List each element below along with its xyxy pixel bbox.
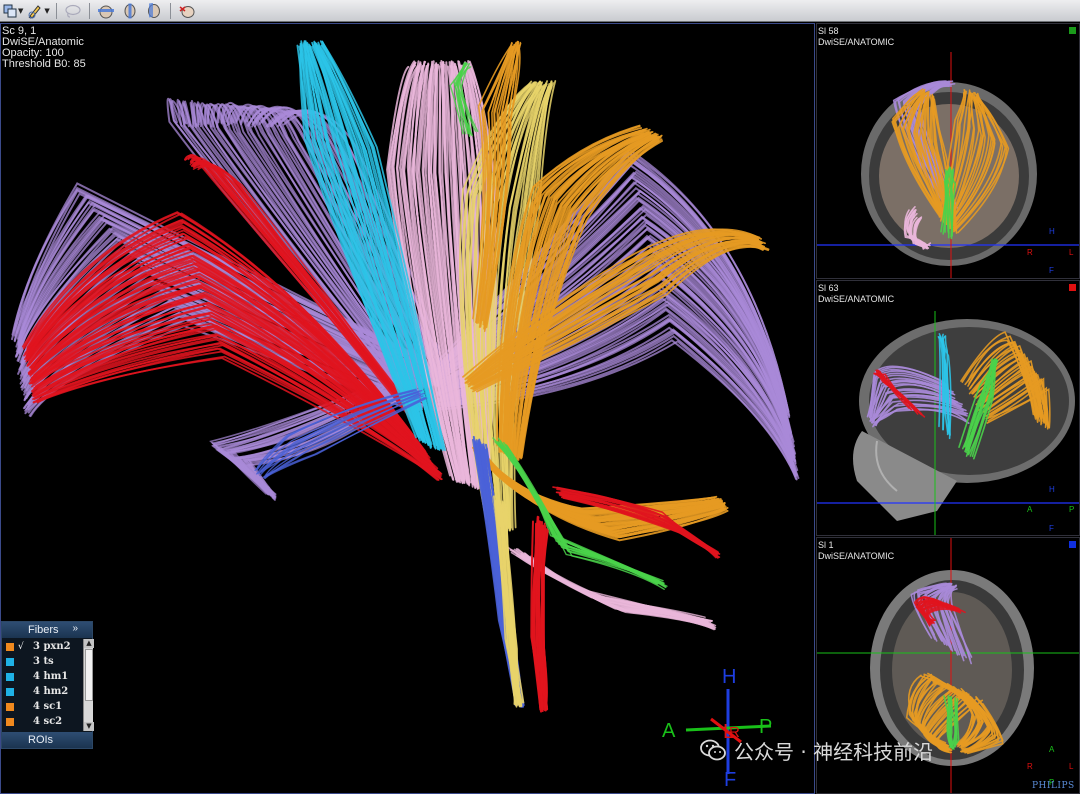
sagittal-orient-top: H xyxy=(1049,485,1055,494)
wechat-watermark: 公众号 · 神经科技前沿 xyxy=(700,733,933,767)
lasso-icon xyxy=(65,4,81,18)
axial-view-button[interactable] xyxy=(95,1,117,21)
fiber-color-swatch[interactable] xyxy=(6,672,14,681)
draw-dropdown-icon[interactable]: ▼ xyxy=(44,7,49,15)
toolbar-separator xyxy=(169,2,171,19)
axial-slice-header: Sl 1 DwiSE/ANATOMIC xyxy=(818,540,894,562)
fiber-list-item[interactable]: 4 sc2 xyxy=(2,714,82,729)
fibers-panel-title: Fibers xyxy=(28,624,59,636)
fiber-list-scrollbar[interactable]: ▲ ▼ xyxy=(83,639,94,731)
fiber-color-swatch[interactable] xyxy=(6,687,14,696)
layout-icon xyxy=(3,4,17,17)
fiber-color-swatch[interactable] xyxy=(6,642,14,651)
scrollbar-thumb[interactable] xyxy=(85,649,93,701)
wechat-logo-icon xyxy=(700,739,726,761)
layout-dropdown-icon[interactable]: ▼ xyxy=(18,7,23,15)
fiber-visibility-check[interactable]: √ xyxy=(18,642,26,652)
axial-orient-top: A xyxy=(1049,745,1055,754)
axial-slice-number: Sl 1 xyxy=(818,540,834,550)
axial-orient-right: L xyxy=(1069,762,1074,771)
layout-button[interactable]: ▼ xyxy=(2,1,24,21)
philips-logo: PHILIPS xyxy=(1032,781,1075,791)
axial-slice-protocol: DwiSE/ANATOMIC xyxy=(818,551,895,561)
sagittal-slice-view[interactable]: Sl 63 DwiSE/ANATOMIC xyxy=(816,280,1080,536)
sagittal-slice-number: Sl 63 xyxy=(818,283,839,293)
fiber-list-item[interactable]: 4 sc1 xyxy=(2,699,82,714)
scroll-up-icon[interactable]: ▲ xyxy=(84,639,94,648)
fiber-list: √ 3 pxn2 3 ts 4 hm1 4 hm2 4 sc1 4 sc2 xyxy=(2,639,82,729)
sagittal-orient-right: P xyxy=(1069,505,1075,514)
fiber-color-swatch[interactable] xyxy=(6,717,14,726)
fiber-list-item[interactable]: 4 hm2 xyxy=(2,684,82,699)
coronal-slice-header: Sl 58 DwiSE/ANATOMIC xyxy=(818,26,894,48)
draw-tool-button[interactable]: ▼ xyxy=(26,1,50,21)
expand-panel-icon[interactable]: » xyxy=(72,623,78,634)
rois-panel-header[interactable]: ROIs xyxy=(2,732,92,748)
coronal-view-button[interactable] xyxy=(143,1,165,21)
fiber-list-item[interactable]: 4 hm1 xyxy=(2,669,82,684)
toolbar-separator xyxy=(55,2,57,19)
orient-foot-label: F xyxy=(724,769,737,791)
fiber-name-label: 4 hm2 xyxy=(33,686,69,697)
coronal-orient-right: L xyxy=(1069,248,1074,257)
coronal-view-icon xyxy=(147,2,160,18)
coronal-slice-number: Sl 58 xyxy=(818,26,839,36)
toolbar: ▼ ▼ xyxy=(0,0,1080,22)
reset-view-button[interactable] xyxy=(176,1,198,21)
fiber-list-item[interactable]: √ 3 pxn2 xyxy=(2,639,82,654)
sagittal-view-button[interactable] xyxy=(119,1,141,21)
red-tract-brainstem xyxy=(530,515,549,713)
lasso-button[interactable] xyxy=(62,1,84,21)
orientation-indicator: H F A P L R xyxy=(656,664,781,793)
coronal-orient-bottom: F xyxy=(1049,266,1054,275)
coronal-slice-view[interactable]: Sl 58 DwiSE/ANATOMIC xyxy=(816,23,1080,279)
sagittal-slice-flag xyxy=(1069,284,1076,291)
fiber-name-label: 3 pxn2 xyxy=(33,641,71,652)
fiber-name-label: 4 sc1 xyxy=(33,701,63,712)
fiber-name-label: 4 hm1 xyxy=(33,671,69,682)
reset-view-icon xyxy=(179,5,195,18)
axial-view-icon xyxy=(97,5,114,18)
scan-info-overlay: Sc 9, 1 DwiSE/Anatomic Opacity: 100 Thre… xyxy=(2,26,86,70)
threshold-label: Threshold B0: 85 xyxy=(2,58,86,70)
sagittal-slice-image[interactable] xyxy=(817,281,1079,535)
toolbar-separator xyxy=(88,2,90,19)
draw-pen-icon xyxy=(28,4,42,19)
sagittal-slice-header: Sl 63 DwiSE/ANATOMIC xyxy=(818,283,894,305)
watermark-text: 公众号 · 神经科技前沿 xyxy=(734,739,934,764)
fiber-name-label: 3 ts xyxy=(33,656,54,667)
coronal-orient-top: H xyxy=(1049,227,1055,236)
sagittal-orient-bottom: F xyxy=(1049,524,1054,533)
sagittal-orient-left: A xyxy=(1027,505,1033,514)
fiber-name-label: 4 sc2 xyxy=(33,716,63,727)
sagittal-slice-protocol: DwiSE/ANATOMIC xyxy=(818,294,895,304)
fibers-panel: Fibers » √ 3 pxn2 3 ts 4 hm1 4 hm2 4 sc1 4 sc2… xyxy=(1,621,94,749)
orient-head-label: H xyxy=(722,666,737,688)
fiber-color-swatch[interactable] xyxy=(6,702,14,711)
fiber-streamline xyxy=(515,548,713,623)
coronal-orient-left: R xyxy=(1027,248,1033,257)
sagittal-view-icon xyxy=(124,3,136,18)
coronal-slice-flag xyxy=(1069,27,1076,34)
axial-orient-left: R xyxy=(1027,762,1033,771)
fibers-panel-header[interactable]: Fibers » xyxy=(2,622,92,638)
scroll-down-icon[interactable]: ▼ xyxy=(84,722,94,731)
fiber-color-swatch[interactable] xyxy=(6,657,14,666)
tractography-3d-view[interactable]: Sc 9, 1 DwiSE/Anatomic Opacity: 100 Thre… xyxy=(0,23,815,794)
orient-anterior-label: A xyxy=(662,720,676,742)
coronal-slice-protocol: DwiSE/ANATOMIC xyxy=(818,37,895,47)
fiber-list-item[interactable]: 3 ts xyxy=(2,654,82,669)
axial-slice-flag xyxy=(1069,541,1076,548)
coronal-slice-image[interactable] xyxy=(817,24,1079,278)
